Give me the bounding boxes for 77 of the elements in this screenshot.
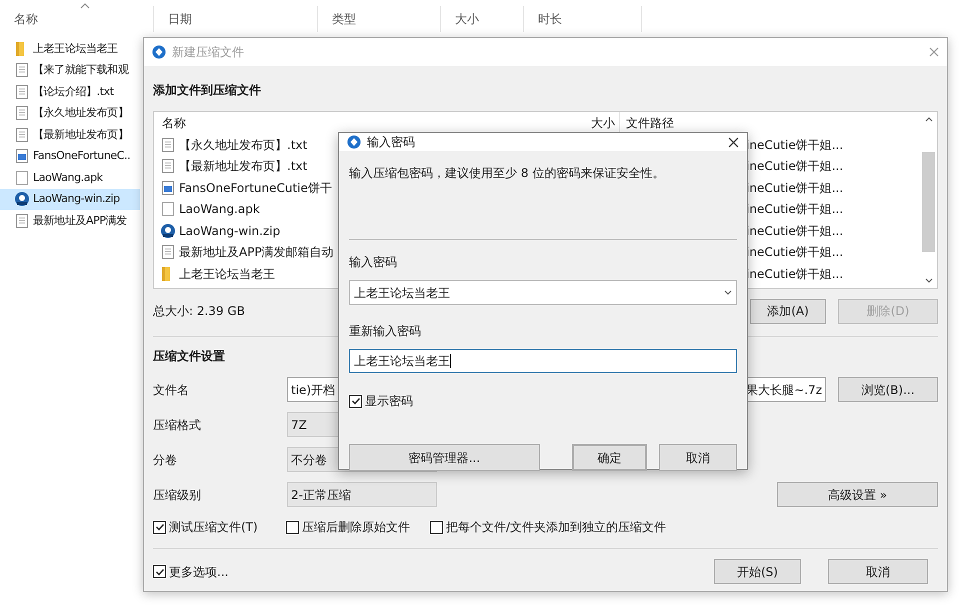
dropdown[interactable]: 2-正常压缩 bbox=[287, 482, 437, 507]
browse-button[interactable]: 浏览(B)... bbox=[838, 377, 938, 402]
advanced-settings-button[interactable]: 高级设置 » bbox=[777, 482, 938, 507]
window-title: 新建压缩文件 bbox=[172, 44, 244, 61]
close-icon bbox=[728, 136, 739, 148]
document-icon bbox=[14, 126, 30, 143]
column-header[interactable]: 日期 bbox=[154, 6, 318, 32]
column-header[interactable]: 时长 bbox=[524, 6, 642, 32]
ok-button[interactable]: 确定 bbox=[572, 444, 648, 471]
checkbox-label: 显示密码 bbox=[365, 393, 413, 410]
start-button[interactable]: 开始(S) bbox=[714, 559, 801, 584]
section-title: 压缩文件设置 bbox=[153, 348, 225, 363]
hint-text: 输入压缩包密码，建议使用至少 8 位的密码来保证安全性。 bbox=[349, 165, 664, 180]
file-item[interactable]: LaoWang-win.zip bbox=[0, 188, 140, 210]
column-header[interactable]: 文件路径 bbox=[620, 112, 674, 134]
checkbox[interactable] bbox=[430, 520, 443, 534]
password-field[interactable]: 上老王论坛当老王 bbox=[349, 349, 737, 373]
column-header[interactable]: 名称 bbox=[154, 112, 554, 134]
column-header[interactable]: 名称 bbox=[0, 6, 154, 32]
checkbox[interactable] bbox=[153, 520, 166, 534]
image-file-icon bbox=[14, 148, 30, 164]
checkbox[interactable] bbox=[286, 520, 299, 534]
document-icon bbox=[14, 212, 30, 229]
file-name: LaoWang-win.zip bbox=[179, 222, 280, 240]
file-name: 上老王论坛当老王 bbox=[179, 266, 275, 283]
file-name: FansOneFortuneCutie饼干 bbox=[179, 180, 332, 197]
archive-icon bbox=[160, 222, 176, 239]
document-icon bbox=[160, 136, 176, 153]
window-title: 输入密码 bbox=[367, 134, 415, 151]
file-item[interactable]: 【最新地址发布页】 bbox=[0, 124, 140, 146]
checkbox-label: 更多选项... bbox=[169, 564, 228, 580]
total-size: 总大小: 2.39 GB bbox=[153, 303, 245, 320]
add-button[interactable]: 添加(A) bbox=[750, 298, 826, 324]
column-header[interactable]: 类型 bbox=[318, 6, 441, 32]
checkbox[interactable] bbox=[153, 565, 166, 578]
scroll-down-icon bbox=[924, 278, 932, 283]
checkbox[interactable] bbox=[349, 394, 362, 408]
password-manager-button[interactable]: 密码管理器... bbox=[349, 444, 540, 471]
close-icon bbox=[929, 47, 939, 57]
file-name: 【最新地址发布页】.txt bbox=[179, 158, 308, 176]
cancel-button[interactable]: 取消 bbox=[828, 559, 928, 584]
file-item[interactable]: LaoWang.apk bbox=[0, 167, 140, 188]
checkbox-label: 把每个文件/文件夹添加到独立的压缩文件 bbox=[446, 519, 666, 536]
field-label: 文件名 bbox=[153, 382, 190, 398]
scroll-up-icon bbox=[924, 117, 932, 122]
document-icon bbox=[14, 62, 30, 78]
checkbox-label: 测试压缩文件(T) bbox=[169, 519, 258, 536]
sort-caret-icon bbox=[80, 3, 90, 9]
archive-icon bbox=[14, 191, 30, 208]
field-label: 压缩格式 bbox=[153, 416, 202, 434]
app-icon bbox=[152, 45, 166, 59]
file-item[interactable]: 【论坛介绍】.txt bbox=[0, 81, 140, 102]
password-dropdown[interactable]: 上老王论坛当老王 bbox=[349, 280, 737, 305]
field-label: 重新输入密码 bbox=[349, 323, 421, 338]
checkbox-label: 压缩后删除原始文件 bbox=[302, 519, 410, 536]
document-icon bbox=[14, 105, 30, 122]
document-icon bbox=[14, 84, 30, 100]
document-icon bbox=[160, 158, 176, 174]
column-header[interactable]: 大小 bbox=[441, 6, 524, 32]
file-item[interactable]: 【永久地址发布页】 bbox=[0, 102, 140, 124]
file-name: 【永久地址发布页】.txt bbox=[179, 136, 308, 154]
blank-file-icon bbox=[14, 170, 30, 186]
file-name: LaoWang.apk bbox=[179, 201, 260, 218]
file-name: 最新地址及APP满发邮箱自动 bbox=[179, 244, 334, 262]
chevron-down-icon bbox=[724, 290, 732, 295]
field-label: 分卷 bbox=[153, 452, 178, 468]
field-label: 压缩级别 bbox=[153, 486, 202, 504]
file-item[interactable]: 最新地址及APP满发 bbox=[0, 210, 140, 232]
blank-file-icon bbox=[160, 201, 176, 218]
cancel-button[interactable]: 取消 bbox=[659, 444, 737, 471]
field-label: 输入密码 bbox=[349, 254, 397, 269]
document-icon bbox=[160, 244, 176, 260]
file-item[interactable]: FansOneFortuneC.. bbox=[0, 146, 140, 167]
image-file-icon bbox=[160, 180, 176, 196]
file-item[interactable]: 上老王论坛当老王 bbox=[0, 38, 140, 60]
section-title: 添加文件到压缩文件 bbox=[153, 82, 261, 97]
file-item[interactable]: 【来了就能下载和观 bbox=[0, 60, 140, 81]
